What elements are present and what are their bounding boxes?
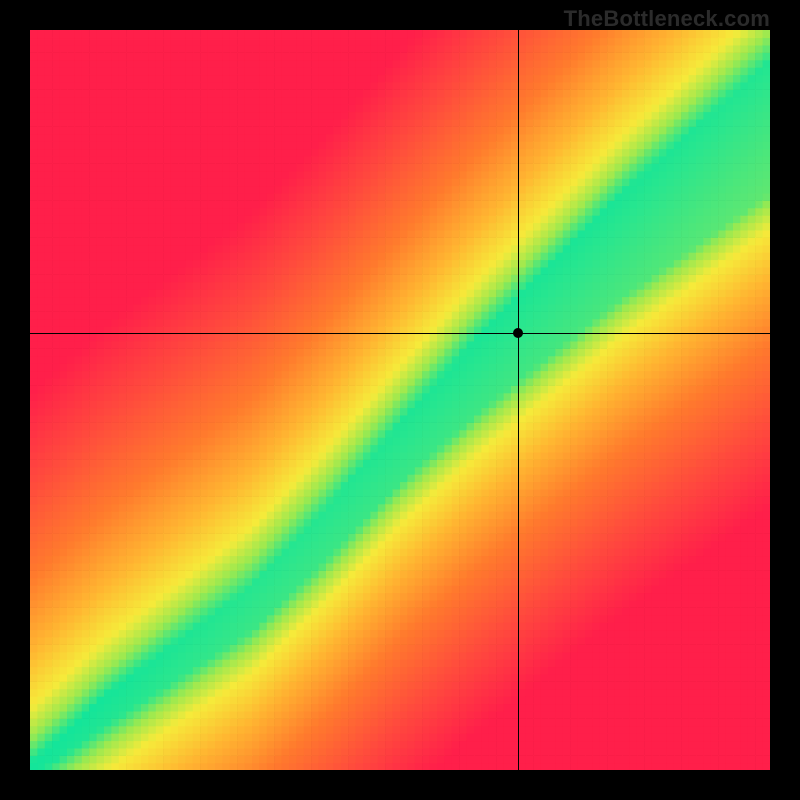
plot-area <box>30 30 770 770</box>
watermark-text: TheBottleneck.com <box>564 6 770 32</box>
crosshair-horizontal <box>30 333 770 334</box>
crosshair-vertical <box>518 30 519 770</box>
chart-frame: TheBottleneck.com <box>0 0 800 800</box>
selected-point-marker <box>513 328 523 338</box>
heatmap-canvas <box>30 30 770 770</box>
